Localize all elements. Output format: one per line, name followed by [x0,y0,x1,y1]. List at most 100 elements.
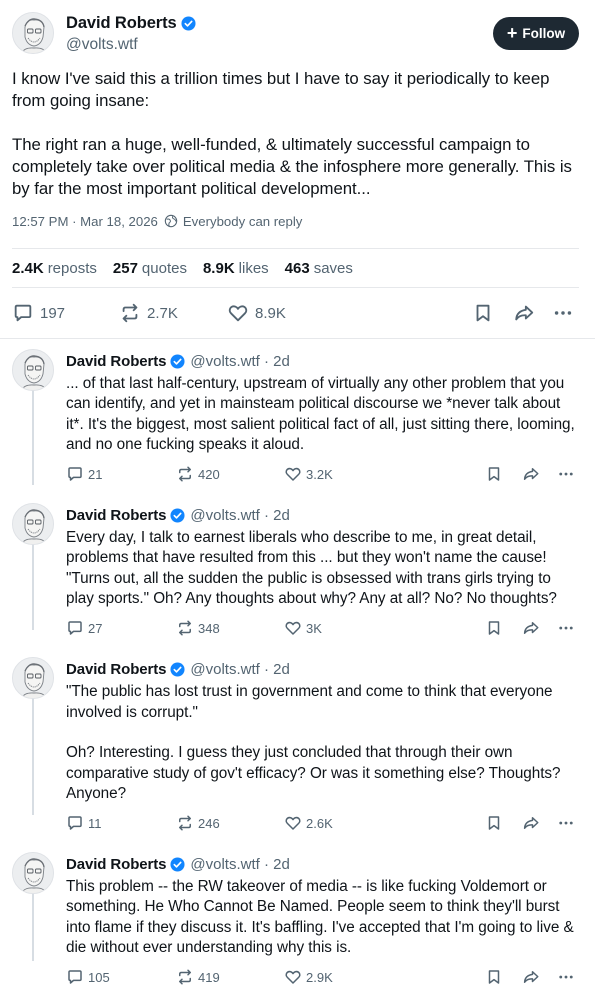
repost-button[interactable]: 419 [176,968,284,986]
avatar[interactable] [12,852,54,895]
share-button[interactable] [521,619,557,637]
bookmark-button[interactable] [485,814,521,832]
heart-icon [285,622,301,636]
bookmark-button[interactable] [485,465,521,483]
reply-thread: David Roberts @volts.wtf · 2d ... of tha… [0,339,595,996]
heart-icon [285,971,301,985]
comment-icon [68,467,82,481]
verified-badge-icon [170,857,185,872]
bookmark-button[interactable] [485,619,521,637]
post-header: David Roberts @volts.wtf + Follow [12,0,579,58]
author-name[interactable]: David Roberts [66,14,177,33]
like-count: 3.2K [306,466,333,482]
repost-button[interactable]: 420 [176,465,284,483]
repost-icon [122,303,138,323]
author-name[interactable]: David Roberts [66,507,166,524]
heart-icon [285,816,301,830]
repost-count: 419 [198,969,220,985]
avatar-sketch-icon [13,853,53,894]
like-button[interactable]: 2.9K [284,968,485,986]
main-post: David Roberts @volts.wtf + Follow I know… [0,0,595,338]
more-options-button[interactable] [557,619,575,637]
like-count: 3K [306,620,322,636]
verified-badge-icon [170,353,185,369]
thread-reply[interactable]: David Roberts @volts.wtf · 2d ... of tha… [0,339,595,493]
repost-icon [179,969,191,985]
bookmark-icon [488,467,500,481]
bookmark-icon [476,304,490,322]
share-button[interactable] [521,814,557,832]
reply-header: David Roberts @volts.wtf · 2d [66,660,579,678]
more-dots-icon [554,311,572,315]
thread-reply[interactable]: David Roberts @volts.wtf · 2d Every day,… [0,493,595,647]
share-button[interactable] [521,465,557,483]
thread-reply[interactable]: David Roberts @volts.wtf · 2d This probl… [0,842,595,996]
share-arrow-icon [523,468,539,481]
like-button[interactable]: 8.9K [227,302,472,324]
like-button[interactable]: 3.2K [284,465,485,483]
reply-setting[interactable]: Everybody can reply [183,214,302,229]
verified-badge-icon [170,508,185,523]
bookmark-button[interactable] [472,302,512,324]
reply-header: David Roberts @volts.wtf · 2d [66,506,579,524]
repost-button[interactable]: 2.7K [119,302,227,324]
share-button[interactable] [512,302,552,324]
reply-count: 21 [88,466,103,482]
plus-icon: + [506,22,518,43]
author-handle[interactable]: @volts.wtf · 2d [190,661,289,678]
more-options-button[interactable] [557,814,575,832]
author-handle[interactable]: @volts.wtf · 2d [190,507,289,524]
bookmark-icon [488,816,500,830]
author-name[interactable]: David Roberts [66,856,166,873]
reply-button[interactable]: 27 [66,619,176,637]
avatar[interactable] [12,12,54,54]
author-block: David Roberts @volts.wtf [66,14,493,54]
more-dots-icon [559,975,573,979]
avatar[interactable] [12,349,54,391]
repost-button[interactable]: 348 [176,619,284,637]
author-handle[interactable]: @volts.wtf · 2d [190,353,289,370]
globe-icon [164,214,178,228]
share-arrow-icon [523,971,539,984]
bookmark-button[interactable] [485,968,521,986]
author-handle[interactable]: @volts.wtf [66,36,493,54]
comment-icon [68,970,82,985]
follow-button[interactable]: + Follow [493,17,579,50]
repost-button[interactable]: 246 [176,814,284,832]
post-meta: 12:57 PM · Mar 18, 2026 Everybody can re… [12,210,579,232]
reply-actions: 105 419 2.9K [66,958,579,996]
reply-actions: 11 246 2.6K [66,804,579,842]
more-dots-icon [559,472,573,476]
author-name[interactable]: David Roberts [66,353,166,370]
more-dots-icon [559,821,573,825]
author-handle[interactable]: @volts.wtf · 2d [190,856,289,873]
more-options-button[interactable] [552,302,574,324]
like-count: 2.6K [306,815,333,831]
reposts-stat[interactable]: 2.4K reposts [12,260,97,277]
reply-button[interactable]: 197 [12,302,119,324]
bookmark-icon [488,621,500,636]
repost-count: 420 [198,466,220,482]
avatar[interactable] [12,503,54,546]
comment-icon [68,816,82,830]
reply-button[interactable]: 21 [66,465,176,483]
like-button[interactable]: 2.6K [284,814,485,832]
saves-stat[interactable]: 463 saves [285,260,353,277]
reply-count: 27 [88,620,103,636]
quotes-stat[interactable]: 257 quotes [113,260,187,277]
share-button[interactable] [521,968,557,986]
repost-icon [179,466,191,482]
likes-stat[interactable]: 8.9K likes [203,260,269,277]
reply-text: Every day, I talk to earnest liberals wh… [66,529,557,608]
more-options-button[interactable] [557,968,575,986]
reply-button[interactable]: 105 [66,968,176,986]
author-name[interactable]: David Roberts [66,661,166,678]
more-options-button[interactable] [557,465,575,483]
avatar[interactable] [12,657,54,700]
like-button[interactable]: 3K [284,619,485,637]
reply-header: David Roberts @volts.wtf · 2d [66,352,579,370]
comment-icon [68,621,82,636]
thread-reply[interactable]: David Roberts @volts.wtf · 2d "The publi… [0,647,595,842]
reply-button[interactable]: 11 [66,814,176,832]
bookmark-icon [488,970,500,985]
